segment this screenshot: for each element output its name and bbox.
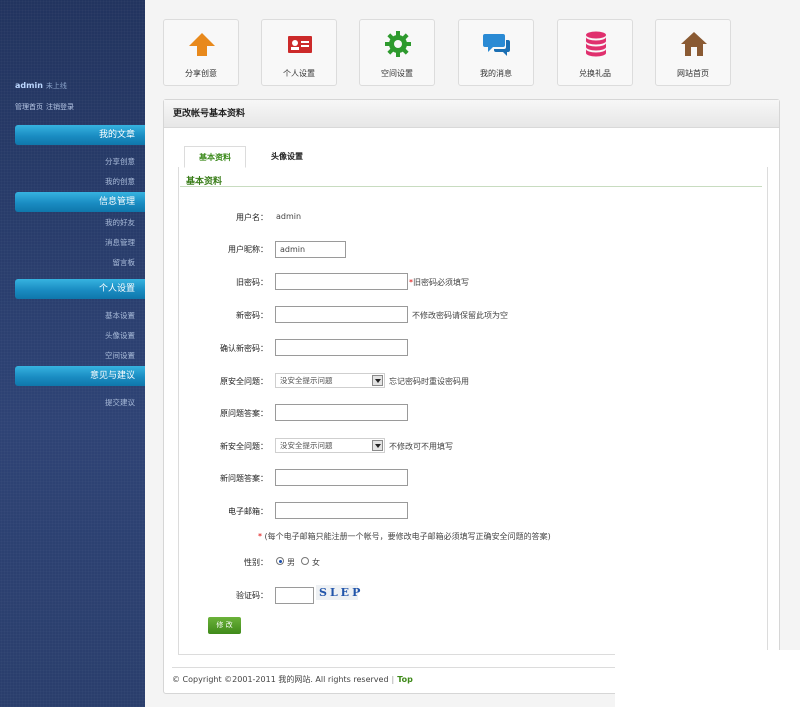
footer: © Copyright ©2001-2011 我的网站. All rights …: [172, 674, 413, 685]
sidebar-item-messages[interactable]: 消息管理: [15, 237, 135, 248]
new-question-select[interactable]: 没安全提示问题: [275, 438, 385, 453]
user-status: 未上线: [45, 82, 67, 90]
username-value: admin: [276, 212, 302, 221]
section-info-management[interactable]: 信息管理: [15, 192, 145, 212]
sidebar-links: 管理首页 注销登录: [15, 102, 77, 112]
toolbar-label: 我的消息: [480, 69, 512, 78]
old-password-hint-text: 旧密码必须填写: [413, 278, 469, 287]
sidebar-item-space-settings[interactable]: 空间设置: [15, 350, 135, 361]
new-answer-input[interactable]: [275, 469, 408, 486]
old-question-hint: 忘记密码时重设密码用: [389, 377, 469, 386]
new-answer-label: 新问题答案：: [220, 474, 268, 483]
form-title-divider: [180, 186, 762, 187]
captcha-input[interactable]: [275, 587, 314, 604]
admin-home-link[interactable]: 管理首页: [15, 103, 43, 111]
gender-label: 性别：: [244, 558, 268, 567]
sidebar-item-my-ideas[interactable]: 我的创意: [15, 176, 135, 187]
tab-basic-info[interactable]: 基本资料: [184, 146, 246, 168]
toolbar-label: 兑换礼品: [579, 69, 611, 78]
toolbar-my-messages-button[interactable]: 我的消息: [458, 19, 534, 86]
sidebar-item-avatar-settings[interactable]: 头像设置: [15, 330, 135, 341]
old-password-label: 旧密码：: [236, 278, 268, 287]
gender-female-radio[interactable]: [301, 557, 309, 565]
user-info: admin 未上线: [15, 81, 67, 91]
copyright-text: © Copyright ©2001-2011 我的网站. All rights …: [172, 675, 389, 684]
sidebar-item-friends[interactable]: 我的好友: [15, 217, 135, 228]
new-question-hint: 不修改可不用填写: [389, 442, 453, 451]
sidebar-item-share-idea[interactable]: 分享创意: [15, 156, 135, 167]
confirm-password-input[interactable]: [275, 339, 408, 356]
toolbar-label: 网站首页: [677, 69, 709, 78]
toolbar-personal-settings-button[interactable]: 个人设置: [261, 19, 337, 86]
new-password-label: 新密码：: [236, 311, 268, 320]
nickname-label: 用户昵称：: [228, 245, 268, 254]
profile-panel: 更改帐号基本资料: [163, 99, 780, 694]
chevron-down-icon: [372, 375, 383, 386]
page-background: [615, 650, 800, 707]
new-question-label: 新安全问题：: [220, 442, 268, 451]
sidebar: admin 未上线 管理首页 注销登录 我的文章 分享创意 我的创意 信息管理 我的…: [0, 0, 145, 707]
username: admin: [15, 81, 43, 90]
toolbar-share-idea-button[interactable]: 分享创意: [163, 19, 239, 86]
sidebar-item-guestbook[interactable]: 留言板: [15, 257, 136, 268]
gender-male-label: 男: [287, 558, 295, 567]
nickname-input[interactable]: admin: [275, 241, 346, 258]
section-feedback[interactable]: 意见与建议: [15, 366, 145, 386]
gear-icon: [385, 31, 411, 57]
section-my-articles[interactable]: 我的文章: [15, 125, 145, 145]
arrow-up-icon: [189, 33, 215, 56]
new-question-value: 没安全提示问题: [280, 441, 333, 450]
email-note-text: (每个电子邮箱只能注册一个帐号，要修改电子邮箱必须填写正确安全问题的答案): [264, 532, 551, 541]
toolbar-label: 空间设置: [381, 69, 413, 78]
toolbar-label: 分享创意: [185, 69, 217, 78]
panel-title: 更改帐号基本资料: [164, 100, 779, 128]
username-label: 用户名：: [236, 213, 268, 222]
old-answer-label: 原问题答案：: [220, 409, 268, 418]
captcha-image[interactable]: SLEP: [316, 585, 360, 600]
footer-divider: [172, 667, 615, 668]
logout-link[interactable]: 注销登录: [46, 103, 74, 111]
new-password-input[interactable]: [275, 306, 408, 323]
submit-button[interactable]: 修 改: [208, 617, 241, 634]
footer-separator: |: [391, 675, 395, 684]
chat-bubbles-icon: [483, 34, 510, 56]
gender-female-label: 女: [312, 558, 320, 567]
toolbar-site-home-button[interactable]: 网站首页: [655, 19, 731, 86]
old-password-input[interactable]: [275, 273, 408, 290]
id-card-icon: [288, 36, 312, 53]
toolbar-redeem-gifts-button[interactable]: 兑换礼品: [557, 19, 633, 86]
toolbar-label: 个人设置: [283, 69, 315, 78]
section-personal-settings[interactable]: 个人设置: [15, 279, 145, 299]
sidebar-item-basic-settings[interactable]: 基本设置: [15, 310, 135, 321]
email-label: 电子邮箱：: [228, 507, 268, 516]
database-icon: [586, 31, 606, 57]
email-note: * (每个电子邮箱只能注册一个帐号，要修改电子邮箱必须填写正确安全问题的答案): [258, 531, 551, 542]
tab-avatar-settings[interactable]: 头像设置: [262, 146, 312, 168]
email-input[interactable]: [275, 502, 408, 519]
home-icon: [681, 32, 707, 56]
old-question-value: 没安全提示问题: [280, 376, 333, 385]
old-question-select[interactable]: 没安全提示问题: [275, 373, 385, 388]
old-password-hint: *旧密码必须填写: [409, 277, 469, 288]
old-answer-input[interactable]: [275, 404, 408, 421]
sidebar-item-submit-suggestion[interactable]: 提交建议: [15, 397, 135, 408]
old-question-label: 原安全问题：: [220, 377, 268, 386]
captcha-label: 验证码：: [236, 591, 268, 600]
new-password-hint: 不修改密码请保留此项为空: [412, 311, 508, 320]
confirm-password-label: 确认新密码：: [220, 344, 268, 353]
top-link[interactable]: Top: [397, 675, 413, 684]
required-mark: *: [258, 532, 262, 541]
gender-male-radio[interactable]: [276, 557, 284, 565]
toolbar-space-settings-button[interactable]: 空间设置: [359, 19, 435, 86]
chevron-down-icon: [372, 440, 383, 451]
